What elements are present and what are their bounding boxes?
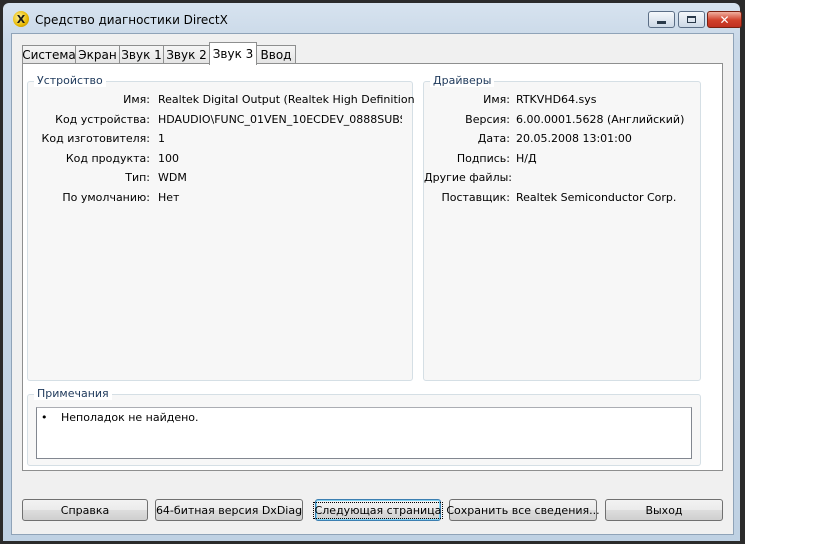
help-button-label: Справка	[60, 503, 110, 517]
device-name-label: Имя:	[123, 93, 150, 106]
exit-button-label: Выход	[645, 503, 683, 517]
vendor-id-value: 1	[158, 132, 165, 145]
dxdiag-64bit-button-label: 64-битная версия DxDiag	[155, 503, 303, 517]
driver-version-value: 6.00.0001.5628 (Английский)	[516, 113, 685, 126]
default-value: Нет	[158, 191, 180, 204]
driver-date-label: Дата:	[477, 132, 510, 145]
exit-button[interactable]: Выход	[605, 499, 723, 521]
product-id-value: 100	[158, 152, 179, 165]
notes-group-title: Примечания	[34, 387, 112, 400]
notes-textbox[interactable]: • Неполадок не найдено.	[36, 407, 692, 459]
maximize-button[interactable]	[678, 11, 705, 28]
device-id-label: Код устройства:	[55, 113, 150, 126]
dxdiag-window: X Средство диагностики DirectX ✕ Система…	[0, 0, 745, 544]
tab-sound-3[interactable]: Звук 3	[209, 42, 257, 65]
driver-name-label: Имя:	[483, 93, 510, 106]
maximize-icon	[687, 16, 696, 23]
next-page-button-label: Следующая страница	[312, 501, 444, 519]
driver-signature-value: Н/Д	[516, 152, 537, 165]
client-area: Система Экран Звук 1 Звук 2 Звук 3 Ввод …	[11, 33, 734, 535]
device-id-value: HDAUDIO\FUNC_01VEN_10ECDEV_0888SUBSYS_1	[158, 113, 402, 126]
minimize-button[interactable]	[648, 11, 675, 28]
provider-label: Поставщик:	[441, 191, 510, 204]
driver-date-value: 20.05.2008 13:01:00	[516, 132, 632, 145]
directx-icon-glyph: X	[16, 12, 26, 26]
window-title: Средство диагностики DirectX	[35, 13, 228, 27]
notes-group: Примечания • Неполадок не найдено.	[27, 387, 701, 466]
tab-sound-1[interactable]: Звук 1	[119, 45, 164, 64]
save-all-info-button-label: Сохранить все сведения...	[446, 503, 600, 517]
tab-display[interactable]: Экран	[75, 45, 120, 64]
driver-signature-label: Подпись:	[456, 152, 510, 165]
dxdiag-64bit-button[interactable]: 64-битная версия DxDiag	[155, 499, 303, 521]
device-group-title: Устройство	[34, 74, 106, 87]
notes-item: Неполадок не найдено.	[61, 411, 199, 424]
device-group: Устройство Имя: Realtek Digital Output (…	[27, 74, 415, 381]
type-label: Тип:	[125, 171, 150, 184]
provider-value: Realtek Semiconductor Corp.	[516, 191, 677, 204]
device-name-value: Realtek Digital Output (Realtek High Def…	[158, 93, 415, 106]
default-label: По умолчанию:	[62, 191, 150, 204]
tab-system[interactable]: Система	[22, 45, 76, 64]
notes-bullet: •	[41, 411, 48, 424]
directx-icon: X	[13, 11, 29, 27]
tab-sound-2[interactable]: Звук 2	[163, 45, 210, 64]
product-id-label: Код продукта:	[65, 152, 150, 165]
help-button[interactable]: Справка	[22, 499, 148, 521]
drivers-group-title: Драйверы	[430, 74, 495, 87]
driver-name-value: RTKVHD64.sys	[516, 93, 597, 106]
other-files-label: Другие файлы:	[424, 171, 512, 184]
tab-panel-sound-3: Устройство Имя: Realtek Digital Output (…	[22, 63, 723, 471]
type-value: WDM	[158, 171, 187, 184]
next-page-button[interactable]: Следующая страница	[312, 499, 444, 521]
minimize-icon	[657, 21, 666, 24]
tab-input[interactable]: Ввод	[256, 45, 296, 64]
drivers-group: Драйверы Имя: RTKVHD64.sys Версия: 6.00.…	[423, 74, 701, 381]
save-all-info-button[interactable]: Сохранить все сведения...	[446, 499, 600, 521]
close-icon: ✕	[719, 12, 730, 27]
title-bar[interactable]: X Средство диагностики DirectX ✕	[3, 3, 742, 33]
vendor-id-label: Код изготовителя:	[41, 132, 150, 145]
driver-version-label: Версия:	[465, 113, 510, 126]
close-button[interactable]: ✕	[707, 11, 742, 28]
